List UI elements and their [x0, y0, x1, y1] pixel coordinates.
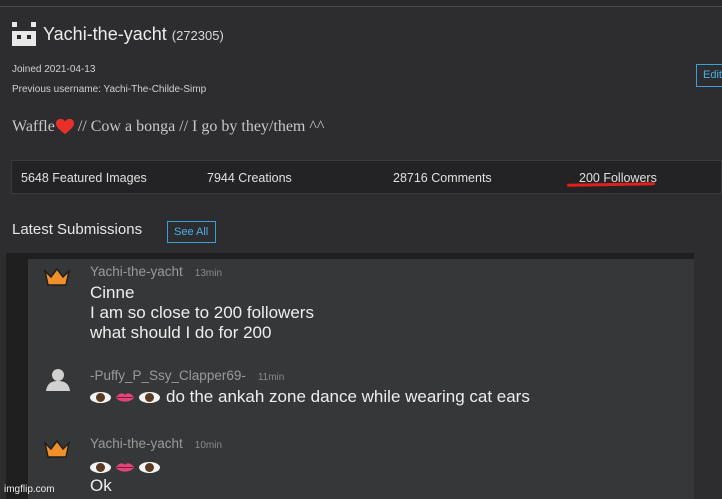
- message-line: what should I do for 200: [90, 323, 272, 342]
- crown-icon: [44, 439, 70, 458]
- profile-username: Yachi-the-yacht: [43, 23, 167, 44]
- profile-header: Yachi-the-yacht (272305): [12, 22, 224, 46]
- message-author: Yachi-the-yacht 13min: [90, 264, 223, 279]
- lips-emoji: [115, 463, 135, 472]
- message-time: 11min: [257, 372, 285, 383]
- message-line: do the ankah zone dance while wearing ca…: [90, 387, 530, 407]
- message-line: Cinne: [90, 283, 135, 302]
- see-all-button[interactable]: See All: [167, 221, 216, 243]
- heart-icon: [55, 118, 74, 135]
- profile-bio: Waffle // Cow a bonga // I go by they/th…: [12, 118, 324, 136]
- message-line: I am so close to 200 followers: [90, 303, 314, 322]
- profile-user-id: (272305): [171, 28, 224, 43]
- stat-featured-images[interactable]: 5648 Featured Images: [21, 171, 147, 185]
- stat-creations[interactable]: 7944 Creations: [207, 171, 292, 185]
- message-line: Ok: [90, 476, 112, 495]
- message-author: Yachi-the-yacht 10min: [90, 436, 223, 451]
- eye-emoji: [90, 462, 111, 474]
- previous-username: Previous username: Yachi-The-Childe-Simp: [12, 84, 207, 95]
- latest-submissions-title: Latest Submissions: [12, 221, 143, 238]
- lips-emoji: [115, 393, 135, 402]
- stats-bar: 5648 Featured Images 7944 Creations 2871…: [11, 160, 722, 194]
- message-time: 10min: [194, 440, 223, 451]
- crown-icon: [44, 267, 70, 286]
- imgflip-watermark: imgflip.com: [4, 484, 55, 495]
- chat-panel: Yachi-the-yacht 13min Cinne I am so close…: [28, 259, 694, 499]
- message-time: 13min: [194, 268, 223, 279]
- bio-text: // Cow a bonga // I go by they/them ^^: [77, 118, 325, 135]
- eye-lips-eye-emoji: [90, 462, 160, 474]
- eye-emoji: [139, 462, 160, 474]
- eye-lips-eye-emoji: [90, 392, 160, 404]
- eye-emoji: [139, 392, 160, 404]
- eye-emoji: [90, 392, 111, 404]
- chat-screenshot: Yachi-the-yacht 13min Cinne I am so close…: [6, 253, 694, 499]
- user-avatar-icon: [12, 22, 36, 46]
- top-border: [0, 0, 722, 7]
- bio-prefix: Waffle: [12, 118, 55, 135]
- message-line: [90, 457, 166, 477]
- edit-button[interactable]: Edit: [696, 64, 722, 87]
- stat-comments[interactable]: 28716 Comments: [393, 171, 492, 185]
- user-silhouette-icon: [46, 369, 70, 391]
- message-author: -Puffy_P_Ssy_Clapper69- 11min: [90, 368, 285, 383]
- joined-date: Joined 2021-04-13: [12, 64, 96, 75]
